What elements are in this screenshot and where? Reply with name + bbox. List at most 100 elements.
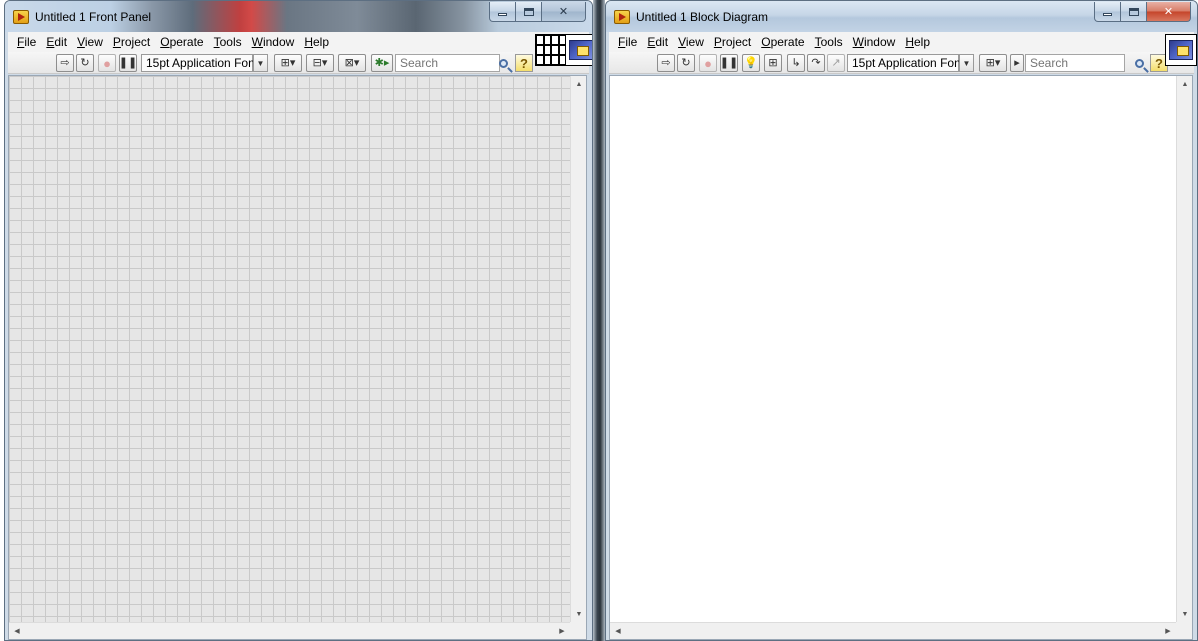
window-controls: ✕: [1094, 2, 1191, 22]
reorder-button[interactable]: ▸: [1010, 54, 1024, 72]
menu-file[interactable]: File: [12, 35, 41, 49]
step-out-button[interactable]: ↗: [827, 54, 845, 72]
vi-icon[interactable]: [565, 34, 592, 66]
pause-button[interactable]: ❚❚: [119, 54, 137, 72]
menu-bar: File Edit View Project Operate Tools Win…: [8, 32, 589, 52]
scroll-up-arrow[interactable]: ▲: [571, 76, 586, 92]
menu-project[interactable]: Project: [108, 35, 155, 49]
menu-operate[interactable]: Operate: [756, 35, 809, 49]
menu-view[interactable]: View: [72, 35, 108, 49]
menu-window[interactable]: Window: [247, 35, 300, 49]
chevron-down-icon: ▼: [256, 58, 265, 68]
maximize-button[interactable]: [516, 2, 542, 22]
scroll-up-arrow[interactable]: ▲: [1177, 76, 1192, 92]
menu-edit[interactable]: Edit: [642, 35, 673, 49]
pause-icon: ❚❚: [118, 56, 138, 69]
abort-button[interactable]: ●: [98, 54, 116, 72]
block-diagram-window: Untitled 1 Block Diagram ✕ File Edit Vie…: [605, 0, 1198, 641]
run-continuously-button[interactable]: ↻: [677, 54, 695, 72]
reorder-button[interactable]: ✱▸: [371, 54, 393, 72]
distribute-objects-button[interactable]: ⊟▾: [306, 54, 334, 72]
search-field[interactable]: [1025, 54, 1125, 72]
scroll-right-arrow[interactable]: ▶: [554, 623, 570, 639]
close-icon: ✕: [1163, 6, 1174, 18]
front-panel-titlebar[interactable]: Untitled 1 Front Panel ✕: [5, 1, 592, 32]
block-diagram-titlebar[interactable]: Untitled 1 Block Diagram ✕: [606, 1, 1197, 32]
minimize-button[interactable]: [1094, 2, 1121, 22]
chevron-down-icon: ▼: [962, 58, 971, 68]
search-input[interactable]: [1026, 55, 1124, 71]
abort-icon: ●: [704, 55, 712, 71]
align-objects-icon: ⊞▾: [985, 56, 1001, 69]
align-objects-button[interactable]: ⊞▾: [979, 54, 1007, 72]
retain-wire-values-button[interactable]: ⊞: [764, 54, 782, 72]
vi-icon[interactable]: [1165, 34, 1197, 66]
block-diagram-canvas[interactable]: ▲ ▼ ◀ ▶: [609, 75, 1193, 640]
vertical-scrollbar[interactable]: ▲ ▼: [570, 76, 586, 622]
minimize-icon: [498, 13, 507, 16]
font-dropdown-arrow[interactable]: ▼: [253, 54, 268, 72]
pause-button[interactable]: ❚❚: [720, 54, 738, 72]
menu-help[interactable]: Help: [299, 35, 334, 49]
menu-view[interactable]: View: [673, 35, 709, 49]
font-dropdown-arrow[interactable]: ▼: [959, 54, 974, 72]
menu-window[interactable]: Window: [848, 35, 901, 49]
abort-button[interactable]: ●: [699, 54, 717, 72]
minimize-icon: [1103, 13, 1112, 16]
scroll-down-arrow[interactable]: ▼: [1177, 606, 1192, 622]
close-button[interactable]: ✕: [542, 2, 586, 22]
step-over-button[interactable]: ↷: [807, 54, 825, 72]
horizontal-scrollbar[interactable]: ◀ ▶: [9, 622, 586, 639]
front-panel-canvas[interactable]: ▲ ▼ ◀ ▶: [8, 75, 587, 640]
run-button[interactable]: ⇨: [56, 54, 74, 72]
menu-tools[interactable]: Tools: [209, 35, 247, 49]
toolbar: ⇨ ↻ ● ❚❚ 💡 ⊞ ↳ ↷ ↗ 15pt Application Font…: [609, 52, 1194, 74]
highlight-execution-button[interactable]: 💡: [742, 54, 760, 72]
search-icon: [1134, 58, 1144, 68]
context-help-button[interactable]: ?: [515, 54, 533, 72]
menu-edit[interactable]: Edit: [41, 35, 72, 49]
menu-project[interactable]: Project: [709, 35, 756, 49]
search-input[interactable]: [396, 55, 499, 71]
search-icon: [498, 58, 508, 68]
close-button[interactable]: ✕: [1147, 2, 1191, 22]
scroll-corner: [1176, 622, 1192, 639]
search-button[interactable]: [493, 54, 513, 72]
scroll-down-arrow[interactable]: ▼: [571, 606, 586, 622]
resize-objects-icon: ⊠▾: [344, 56, 360, 69]
connector-pane[interactable]: [535, 34, 567, 66]
run-continuously-icon: ↻: [681, 56, 691, 69]
step-over-icon: ↷: [811, 56, 821, 69]
search-button[interactable]: [1129, 54, 1149, 72]
vi-icon-graphic: [1169, 40, 1193, 60]
vertical-scrollbar[interactable]: ▲ ▼: [1176, 76, 1192, 622]
window-title: Untitled 1 Front Panel: [35, 10, 152, 24]
font-selector[interactable]: 15pt Application Font: [141, 54, 258, 72]
maximize-icon: [523, 7, 534, 16]
menu-help[interactable]: Help: [900, 35, 935, 49]
scroll-left-arrow[interactable]: ◀: [9, 623, 25, 639]
distribute-objects-icon: ⊟▾: [312, 56, 328, 69]
run-button[interactable]: ⇨: [657, 54, 675, 72]
font-selector[interactable]: 15pt Application Font: [847, 54, 964, 72]
run-continuously-button[interactable]: ↻: [76, 54, 94, 72]
maximize-button[interactable]: [1121, 2, 1147, 22]
align-objects-button[interactable]: ⊞▾: [274, 54, 302, 72]
step-out-icon: ↗: [831, 56, 841, 69]
window-controls: ✕: [489, 2, 586, 22]
horizontal-scrollbar[interactable]: ◀ ▶: [610, 622, 1192, 639]
scroll-right-arrow[interactable]: ▶: [1160, 623, 1176, 639]
resize-objects-button[interactable]: ⊠▾: [338, 54, 366, 72]
context-help-icon: ?: [1155, 55, 1163, 71]
menu-operate[interactable]: Operate: [155, 35, 208, 49]
scroll-left-arrow[interactable]: ◀: [610, 623, 626, 639]
menu-file[interactable]: File: [613, 35, 642, 49]
minimize-button[interactable]: [489, 2, 516, 22]
toolbar: ⇨ ↻ ● ❚❚ 15pt Application Font ▼ ⊞▾ ⊟▾ ⊠…: [8, 52, 589, 74]
step-into-button[interactable]: ↳: [787, 54, 805, 72]
align-objects-icon: ⊞▾: [280, 56, 296, 69]
search-field[interactable]: [395, 54, 500, 72]
highlight-execution-icon: 💡: [744, 56, 758, 69]
reorder-icon: ▸: [1014, 56, 1020, 69]
menu-tools[interactable]: Tools: [810, 35, 848, 49]
